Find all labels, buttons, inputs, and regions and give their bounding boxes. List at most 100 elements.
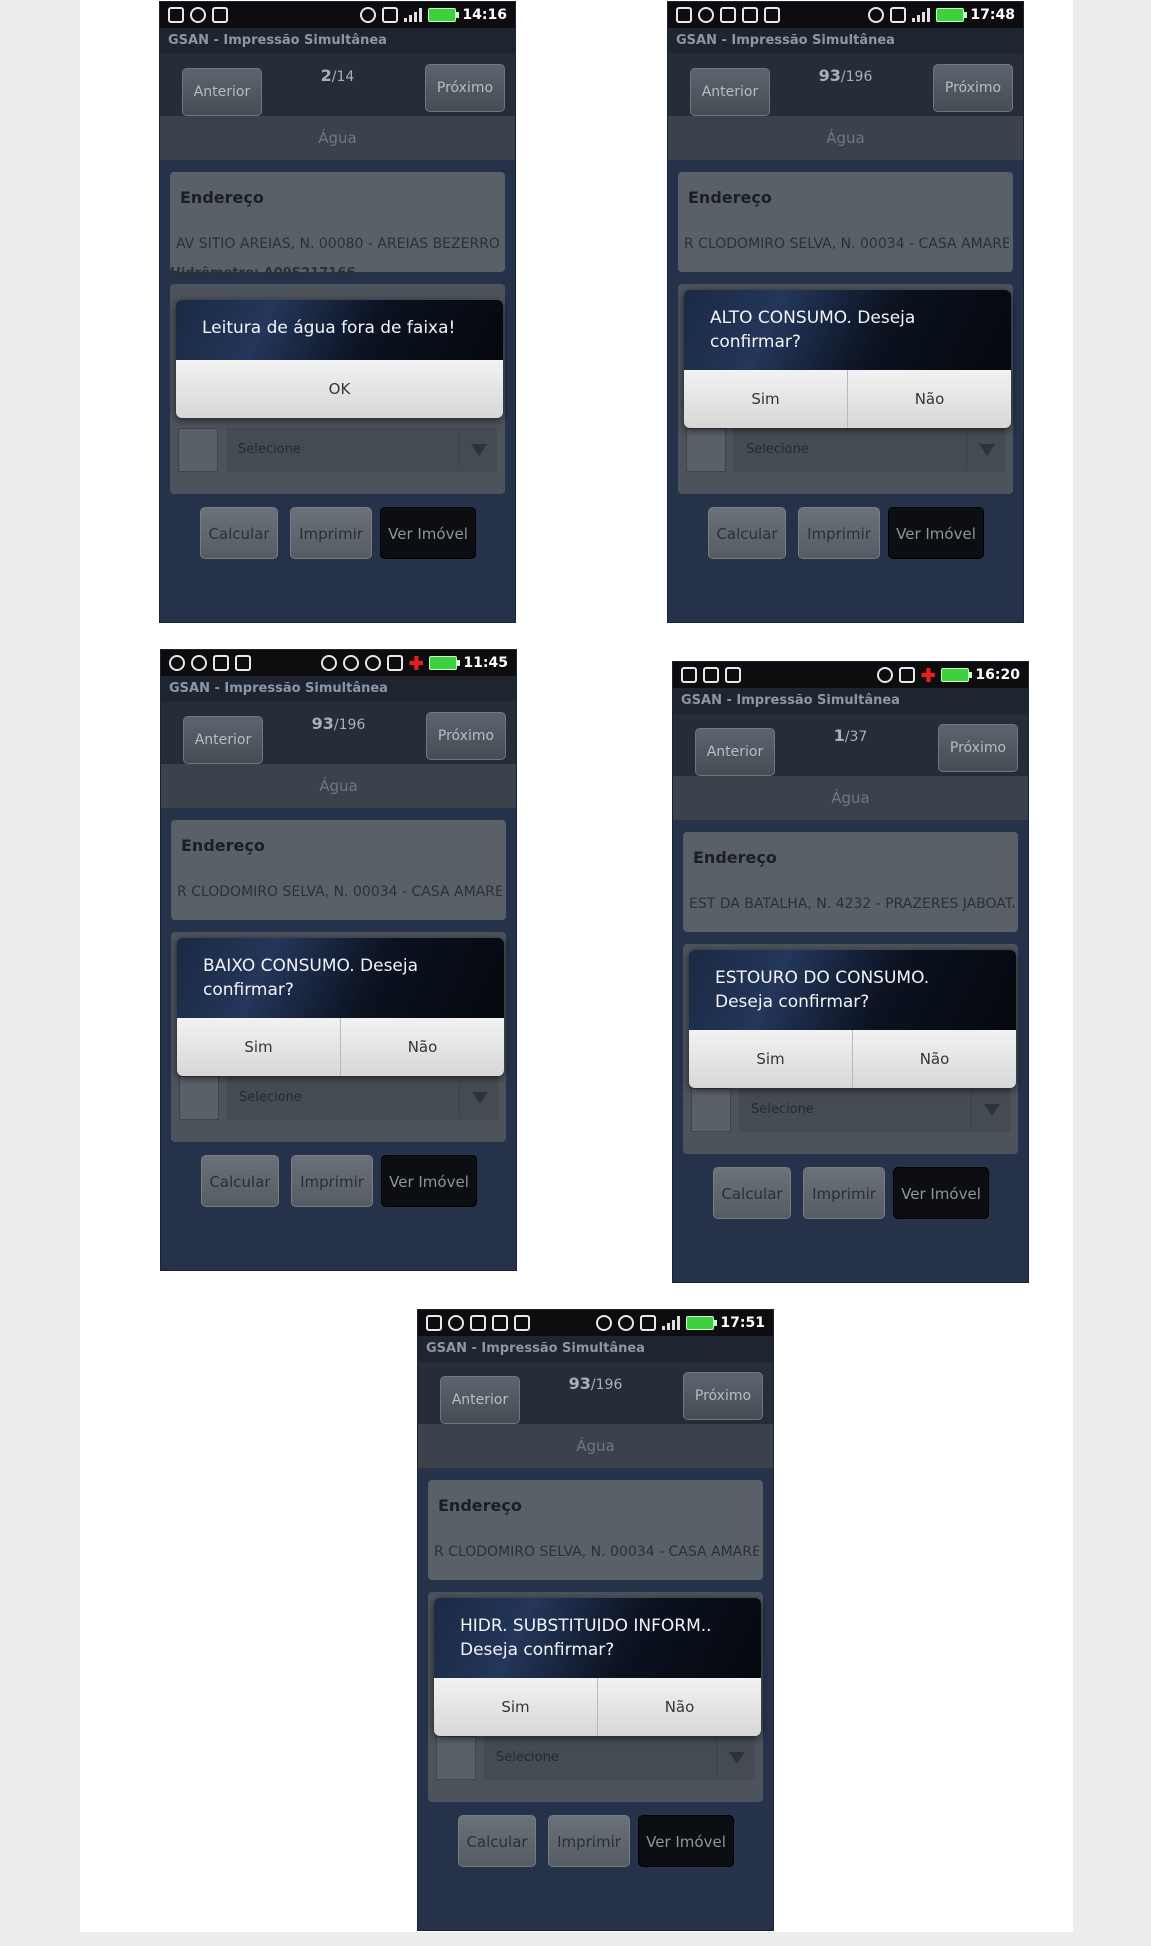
app-title: GSAN - Impressão Simultânea: [668, 28, 1023, 54]
action-buttons: Calcular Imprimir Ver Imóvel: [418, 1815, 773, 1867]
status-bar: 17:51: [418, 1310, 773, 1336]
usb-icon: [212, 7, 228, 23]
calculate-button[interactable]: Calcular: [458, 1815, 536, 1867]
print-button[interactable]: Imprimir: [290, 507, 372, 559]
nav-bar: Anterior 1/37 Próximo: [673, 714, 1028, 776]
next-button[interactable]: Próximo: [933, 64, 1013, 112]
ok-button[interactable]: OK: [176, 360, 503, 418]
address-value: AV SITIO AREIAS, N. 00080 - AREIAS BEZER…: [176, 236, 501, 252]
section-header: Água: [673, 776, 1028, 820]
signal-icon: [912, 8, 931, 22]
next-button[interactable]: Próximo: [938, 724, 1018, 772]
app-title: GSAN - Impressão Simultânea: [160, 28, 515, 54]
dropdown-arrow-icon: [472, 1092, 488, 1104]
action-buttons: Calcular Imprimir Ver Imóvel: [668, 507, 1023, 559]
address-card: Endereço EST DA BATALHA, N. 4232 - PRAZE…: [683, 832, 1018, 932]
no-button[interactable]: Não: [340, 1018, 504, 1076]
sync-icon: [191, 655, 207, 671]
view-property-button[interactable]: Ver Imóvel: [638, 1815, 734, 1867]
mail-icon: [703, 667, 719, 683]
next-button[interactable]: Próximo: [426, 712, 506, 760]
sync-icon: [190, 7, 206, 23]
action-buttons: Calcular Imprimir Ver Imóvel: [160, 507, 515, 559]
usb-icon: [514, 1315, 530, 1331]
print-button[interactable]: Imprimir: [798, 507, 880, 559]
bluetooth-icon: [596, 1315, 613, 1331]
no-button[interactable]: Não: [852, 1030, 1016, 1088]
anomaly-select[interactable]: Selecione: [739, 1088, 1010, 1132]
checkbox[interactable]: [178, 428, 218, 472]
anomaly-select-row: Selecione: [178, 428, 497, 472]
view-property-button[interactable]: Ver Imóvel: [888, 507, 984, 559]
view-property-button[interactable]: Ver Imóvel: [893, 1167, 989, 1219]
call-icon: [492, 1315, 508, 1331]
checkbox[interactable]: [436, 1736, 476, 1780]
call-icon: [742, 7, 758, 23]
phone-screen-1: 14:16 GSAN - Impressão Simultânea Anteri…: [160, 2, 515, 622]
yes-button[interactable]: Sim: [689, 1030, 852, 1088]
section-header: Água: [161, 764, 516, 808]
action-buttons: Calcular Imprimir Ver Imóvel: [161, 1155, 516, 1207]
section-header: Água: [418, 1424, 773, 1468]
battery-alert-icon: [387, 655, 404, 671]
signal-icon: [662, 1316, 681, 1330]
signal-icon: [404, 8, 423, 22]
dialog-message: ESTOURO DO CONSUMO. Deseja confirmar?: [689, 950, 1016, 1030]
status-bar: 11:45: [161, 650, 516, 676]
status-time: 11:45: [463, 655, 508, 671]
confirm-dialog: BAIXO CONSUMO. Deseja confirmar? Sim Não: [177, 938, 504, 1076]
section-header: Água: [668, 116, 1023, 160]
no-button[interactable]: Não: [597, 1678, 761, 1736]
checkbox[interactable]: [686, 428, 726, 472]
yes-button[interactable]: Sim: [684, 370, 847, 428]
next-button[interactable]: Próximo: [683, 1372, 763, 1420]
status-time: 17:48: [970, 7, 1015, 23]
notification-icon: [426, 1315, 442, 1331]
wifi-icon: [365, 655, 382, 671]
app-title: GSAN - Impressão Simultânea: [673, 688, 1028, 714]
address-value: EST DA BATALHA, N. 4232 - PRAZERES JABOA…: [689, 896, 1014, 912]
print-button[interactable]: Imprimir: [548, 1815, 630, 1867]
bluetooth-icon: [877, 667, 894, 683]
yes-button[interactable]: Sim: [434, 1678, 597, 1736]
call-icon: [213, 655, 229, 671]
checkbox[interactable]: [179, 1076, 219, 1120]
status-time: 14:16: [462, 7, 507, 23]
view-property-button[interactable]: Ver Imóvel: [381, 1155, 477, 1207]
sd-card-icon: [470, 1315, 486, 1331]
address-label: Endereço: [180, 188, 264, 207]
print-button[interactable]: Imprimir: [291, 1155, 373, 1207]
checkbox[interactable]: [691, 1088, 731, 1132]
no-button[interactable]: Não: [847, 370, 1011, 428]
h-network-icon: [382, 7, 399, 23]
anomaly-select[interactable]: Selecione: [734, 428, 1005, 472]
dialog-message: HIDR. SUBSTITUIDO INFORM.. Deseja confir…: [434, 1598, 761, 1678]
calculate-button[interactable]: Calcular: [201, 1155, 279, 1207]
sync-icon: [698, 7, 714, 23]
calculate-button[interactable]: Calcular: [713, 1167, 791, 1219]
battery-icon: [429, 656, 461, 670]
app-title: GSAN - Impressão Simultânea: [161, 676, 516, 702]
battery-icon: [428, 8, 460, 22]
medical-cross-icon: [409, 656, 424, 670]
anomaly-select-row: Selecione: [436, 1736, 755, 1780]
notification-icon: [676, 7, 692, 23]
yes-button[interactable]: Sim: [177, 1018, 340, 1076]
bluetooth-icon: [321, 655, 338, 671]
anomaly-select[interactable]: Selecione: [484, 1736, 755, 1780]
h-network-icon: [890, 7, 907, 23]
next-button[interactable]: Próximo: [425, 64, 505, 112]
anomaly-select[interactable]: Selecione: [226, 428, 497, 472]
dropdown-arrow-icon: [979, 444, 995, 456]
bluetooth-icon: [360, 7, 377, 23]
calculate-button[interactable]: Calcular: [708, 507, 786, 559]
calculate-button[interactable]: Calcular: [200, 507, 278, 559]
address-label: Endereço: [438, 1496, 522, 1515]
view-property-button[interactable]: Ver Imóvel: [380, 507, 476, 559]
address-label: Endereço: [688, 188, 772, 207]
anomaly-select[interactable]: Selecione: [227, 1076, 498, 1120]
print-button[interactable]: Imprimir: [803, 1167, 885, 1219]
nav-bar: Anterior 2/14 Próximo: [160, 54, 515, 116]
notification-icon: [168, 7, 184, 23]
status-bar: 17:48: [668, 2, 1023, 28]
